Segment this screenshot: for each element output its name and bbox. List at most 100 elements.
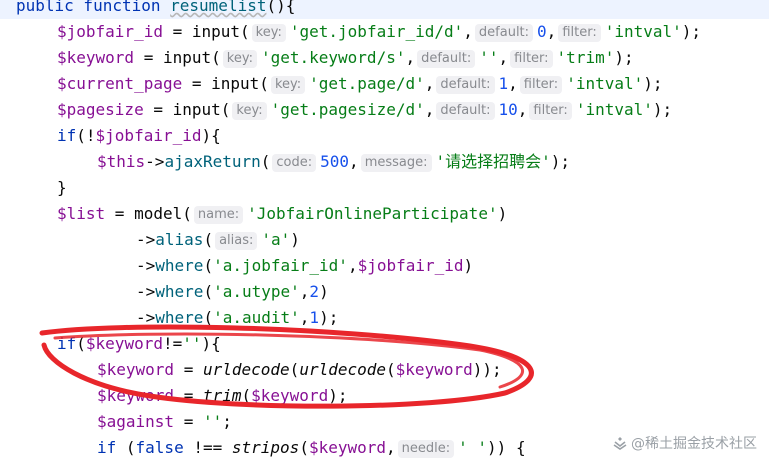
code-line-12: ->where('a.utype',2) xyxy=(136,279,329,305)
punctuation: } xyxy=(57,178,67,197)
code-line-13: ->where('a.audit',1); xyxy=(136,305,338,331)
punctuation: ); xyxy=(319,308,339,327)
code-line-10: ->alias(alias:'a') xyxy=(136,227,300,253)
string-literal: 'a.audit' xyxy=(213,308,300,327)
code-line-4: $current_page = input(key:'get.page/d', d… xyxy=(57,74,663,94)
keyword: public function xyxy=(16,0,161,15)
punctuation: (){ xyxy=(266,0,296,15)
function-name: stripos xyxy=(231,438,300,457)
param-hint: filter: xyxy=(558,24,601,42)
punctuation: ) xyxy=(463,256,474,275)
punctuation: ( xyxy=(260,152,271,171)
keyword: false xyxy=(135,438,184,457)
operator: = xyxy=(174,386,203,405)
string-literal: '' xyxy=(182,334,202,353)
variable: $jobfair_id xyxy=(95,126,202,145)
punctuation: ( xyxy=(203,308,214,327)
number-literal: 0 xyxy=(537,22,547,41)
string-literal: '' xyxy=(479,48,499,67)
code-line-8: } xyxy=(57,175,67,201)
code-line-7: $this->ajaxReturn(code: 500, message: '请选择招… xyxy=(97,152,571,172)
code-line-14: if($keyword!=''){ xyxy=(57,331,221,357)
variable: $jobfair_id xyxy=(357,256,464,275)
punctuation: ) xyxy=(319,282,329,301)
operator: -> xyxy=(145,152,165,171)
string-literal: 'trim' xyxy=(556,48,615,67)
variable: $keyword xyxy=(395,360,473,379)
string-literal: 'JobfairOnlineParticipate' xyxy=(247,204,498,223)
punctuation: ); xyxy=(614,48,634,67)
variable: $keyword xyxy=(251,386,329,405)
punctuation: ); xyxy=(652,100,673,119)
code-line-6: if(!$jobfair_id){ xyxy=(57,123,221,149)
string-literal: 'intval' xyxy=(566,74,644,93)
juejin-logo-icon xyxy=(613,437,627,450)
code-line-11: ->where('a.jobfair_id',$jobfair_id) xyxy=(136,253,473,279)
string-literal: 'intval' xyxy=(604,22,682,41)
variable: $jobfair_id xyxy=(57,22,163,41)
code-editor[interactable]: public function resumelist(){ $jobfair_i… xyxy=(0,0,769,465)
operator: -> xyxy=(136,256,156,275)
variable: $keyword xyxy=(85,334,163,353)
watermark: @稀土掘金技术社区 xyxy=(613,433,757,453)
function-name: urldecode xyxy=(299,360,387,379)
operator: -> xyxy=(136,230,156,249)
operator: = xyxy=(174,360,203,379)
operator: -> xyxy=(136,308,156,327)
operator: = xyxy=(174,412,203,431)
param-hint: name: xyxy=(193,206,244,224)
variable: $pagesize xyxy=(57,100,144,119)
string-literal: 'get.jobfair_id/d' xyxy=(289,22,464,41)
param-hint: default: xyxy=(474,24,534,42)
number-literal: 500 xyxy=(320,152,350,171)
function-name: trim xyxy=(202,386,242,405)
param-hint: default: xyxy=(436,76,495,94)
string-literal: 'a' xyxy=(261,230,291,249)
param-hint: alias: xyxy=(215,232,258,250)
param-hint: key: xyxy=(222,50,257,68)
punctuation: ; xyxy=(222,412,232,431)
watermark-text: @稀土掘金技术社区 xyxy=(631,436,757,452)
punctuation: , xyxy=(347,256,358,275)
punctuation: ( xyxy=(203,282,214,301)
code-line-17: $against = ''; xyxy=(97,409,232,435)
keyword: if xyxy=(57,334,77,353)
variable: $this xyxy=(97,152,146,171)
number-literal: 10 xyxy=(498,100,518,119)
keyword: if xyxy=(97,438,117,457)
code-line-15: $keyword = urldecode(urldecode($keyword)… xyxy=(97,357,502,383)
string-literal: 'a.jobfair_id' xyxy=(213,256,348,275)
punctuation: ){ xyxy=(201,126,221,145)
string-literal: 'get.pagesize/d' xyxy=(270,100,425,119)
punctuation: ); xyxy=(681,22,702,41)
string-literal: '' xyxy=(202,412,223,431)
code-line-2: $jobfair_id = input(key:'get.jobfair_id/… xyxy=(57,22,702,42)
operator: = model( xyxy=(105,204,192,223)
punctuation: ) xyxy=(497,204,508,223)
punctuation: ){ xyxy=(201,334,221,353)
operator: = input( xyxy=(162,22,250,41)
punctuation: ( xyxy=(289,360,300,379)
param-hint: key: xyxy=(251,24,286,42)
punctuation: ) xyxy=(290,230,300,249)
function-name: resumelist xyxy=(170,0,267,15)
punctuation: ( xyxy=(386,360,396,379)
code-line-16: $keyword = trim($keyword); xyxy=(97,383,347,409)
string-literal: 'get.keyword/s' xyxy=(260,48,406,67)
operator: -> xyxy=(136,282,156,301)
punctuation: ( xyxy=(116,438,136,457)
function-name: where xyxy=(155,282,204,301)
number-literal: 1 xyxy=(498,74,509,93)
variable: $keyword xyxy=(97,386,175,405)
function-name: ajaxReturn xyxy=(164,152,261,171)
param-hint: code: xyxy=(272,154,317,172)
variable: $current_page xyxy=(57,74,183,93)
param-hint: key: xyxy=(270,76,306,94)
punctuation: ); xyxy=(328,386,348,405)
param-hint: filter: xyxy=(519,76,563,94)
operator: !== xyxy=(183,438,232,457)
param-hint: key: xyxy=(232,102,267,120)
punctuation: , xyxy=(299,308,310,327)
operator: != xyxy=(162,334,183,353)
punctuation: ( xyxy=(203,256,214,275)
